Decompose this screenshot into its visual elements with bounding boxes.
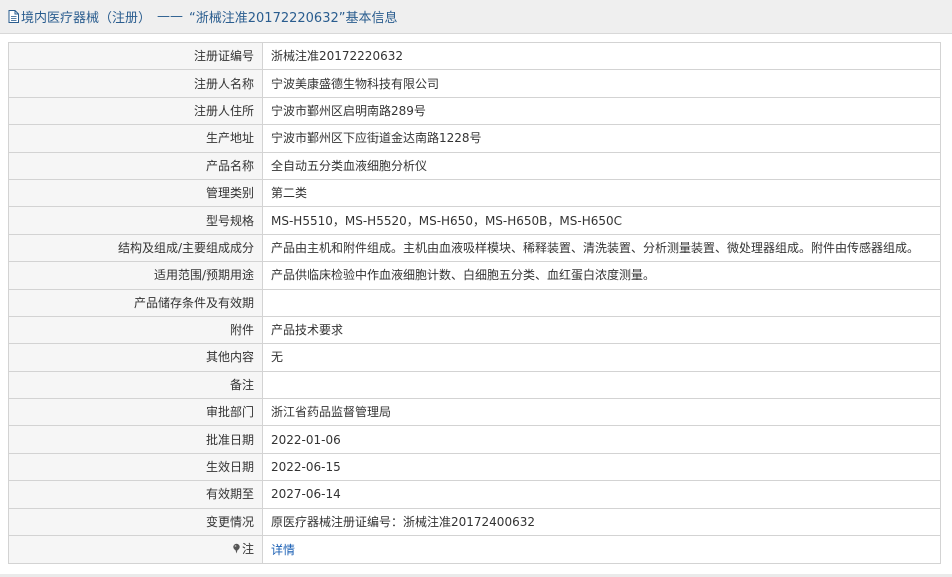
field-value: 宁波市鄞州区下应街道金达南路1228号 (262, 124, 941, 153)
field-label: 适用范围/预期用途 (8, 261, 263, 290)
field-label: 生产地址 (8, 124, 263, 153)
table-row: 结构及组成/主要组成成分 产品由主机和附件组成。主机由血液吸样模块、稀释装置、清洗… (8, 233, 941, 263)
field-label: 其他内容 (8, 343, 263, 372)
field-value (262, 370, 941, 400)
field-label: 产品名称 (8, 151, 263, 180)
field-value: 产品由主机和附件组成。主机由血液吸样模块、稀释装置、清洗装置、分析测量装置、微处… (262, 233, 941, 263)
field-label: 有效期至 (8, 480, 263, 509)
header-registration-number: “浙械注准20172220632” (189, 11, 346, 26)
field-label: 管理类别 (8, 178, 263, 208)
document-icon (8, 10, 19, 23)
table-row: 产品名称 全自动五分类血液细胞分析仪 (8, 151, 941, 180)
table-row: 型号规格 MS-H5510，MS-H5520，MS-H650，MS-H650B，M… (8, 206, 941, 235)
field-label: 变更情况 (8, 507, 263, 537)
note-label-cell: 注 (8, 535, 263, 565)
table-row: 生效日期 2022-06-15 (8, 452, 941, 482)
field-label: 附件 (8, 315, 263, 345)
field-label: 产品储存条件及有效期 (8, 288, 263, 317)
table-row: 其他内容无 (8, 343, 941, 372)
header-category: 境内医疗器械（注册） (21, 11, 152, 26)
info-table: 注册证编号 浙械注准20172220632 注册人名称 宁波美康盛德生物科技有限公司注… (8, 41, 941, 565)
field-value: 产品供临床检验中作血液细胞计数、白细胞五分类、血红蛋白浓度测量。 (262, 261, 941, 290)
field-label: 备注 (8, 370, 263, 400)
note-label: 注 (241, 542, 254, 557)
table-row: 备注 (8, 370, 941, 400)
field-value: 无 (262, 343, 941, 372)
table-row: 产品储存条件及有效期 (8, 288, 941, 317)
field-value (262, 288, 941, 317)
table-row: 适用范围/预期用途 产品供临床检验中作血液细胞计数、白细胞五分类、血红蛋白浓度测量… (8, 261, 941, 290)
field-value: 2022-06-15 (262, 452, 941, 482)
detail-link[interactable]: 详情 (271, 543, 295, 557)
field-label: 结构及组成/主要组成成分 (8, 233, 263, 263)
table-row: 注册证编号 浙械注准20172220632 (8, 41, 941, 71)
table-row: 生产地址 宁波市鄞州区下应街道金达南路1228号 (8, 124, 941, 153)
pin-icon (232, 537, 241, 563)
field-value: 宁波美康盛德生物科技有限公司 (262, 69, 941, 98)
field-label: 注册证编号 (8, 41, 263, 71)
table-row: 审批部门 浙江省药品监督管理局 (8, 398, 941, 427)
note-value-cell: 详情 (262, 535, 941, 565)
table-row: 管理类别 第二类 (8, 178, 941, 208)
field-value: 全自动五分类血液细胞分析仪 (262, 151, 941, 180)
table-row: 注册人名称 宁波美康盛德生物科技有限公司 (8, 69, 941, 98)
header-suffix: 基本信息 (345, 11, 398, 26)
field-label: 型号规格 (8, 206, 263, 235)
field-value: 浙江省药品监督管理局 (262, 398, 941, 427)
table-row: 附件 产品技术要求 (8, 315, 941, 345)
field-label: 生效日期 (8, 452, 263, 482)
table-row: 注册人住所 宁波市鄞州区启明南路289号 (8, 96, 941, 126)
field-value: 宁波市鄞州区启明南路289号 (262, 96, 941, 126)
table-row-note: 注 详情 (8, 535, 941, 565)
field-value: 2027-06-14 (262, 480, 941, 509)
field-label: 注册人名称 (8, 69, 263, 98)
field-value: 浙械注准20172220632 (262, 41, 941, 71)
field-label: 注册人住所 (8, 96, 263, 126)
field-label: 审批部门 (8, 398, 263, 427)
page-header: 境内医疗器械（注册） —— “浙械注准20172220632” 基本信息 (0, 0, 952, 34)
field-value: 第二类 (262, 178, 941, 208)
table-row: 批准日期 2022-01-06 (8, 425, 941, 454)
field-value: 产品技术要求 (262, 315, 941, 345)
field-value: 2022-01-06 (262, 425, 941, 454)
field-value: 原医疗器械注册证编号：浙械注准20172400632 (262, 507, 941, 537)
field-label: 批准日期 (8, 425, 263, 454)
table-row: 有效期至 2027-06-14 (8, 480, 941, 509)
table-row: 变更情况 原医疗器械注册证编号：浙械注准20172400632 (8, 507, 941, 537)
field-value: MS-H5510，MS-H5520，MS-H650，MS-H650B，MS-H6… (262, 206, 941, 235)
header-separator: —— (157, 9, 184, 24)
